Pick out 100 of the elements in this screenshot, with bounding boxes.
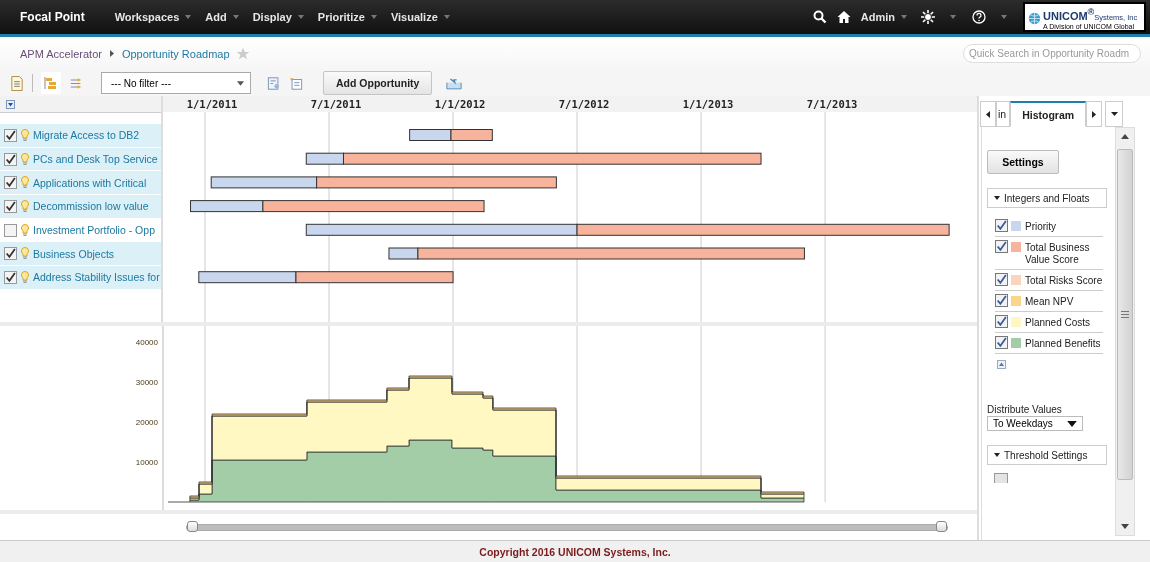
scrollbar-thumb[interactable] xyxy=(1117,149,1133,480)
timeline-bar[interactable] xyxy=(305,152,344,165)
search-icon[interactable] xyxy=(812,10,827,24)
chevron-icon xyxy=(109,50,114,57)
menu-item[interactable]: Prioritize xyxy=(317,9,377,25)
user-menu[interactable]: Admin xyxy=(860,9,907,25)
date-label: 7/1/2011 xyxy=(310,98,362,110)
timeline-bar[interactable] xyxy=(190,200,264,213)
opportunity-link[interactable]: Investment Portfolio - Opp xyxy=(33,224,155,237)
caret-icon xyxy=(994,196,1000,200)
axis-label: 10000 xyxy=(135,458,158,467)
copyright-text: Copyright 2016 UNICOM Systems, Inc. xyxy=(479,545,671,558)
filter-dropdown[interactable]: --- No filter --- xyxy=(101,72,251,94)
add-opportunity-button[interactable]: Add Opportunity xyxy=(323,71,433,95)
checkbox[interactable] xyxy=(995,336,1008,349)
lightbulb-icon xyxy=(21,152,29,166)
checkbox[interactable] xyxy=(4,176,17,190)
globe-icon xyxy=(1028,11,1041,25)
document-icon[interactable] xyxy=(10,75,24,91)
right-arrow-icon xyxy=(1092,110,1097,118)
checkbox[interactable] xyxy=(995,219,1008,232)
scroll-right-button[interactable] xyxy=(1086,101,1103,127)
home-icon[interactable] xyxy=(836,10,851,24)
checkbox[interactable] xyxy=(994,473,1008,483)
checkbox[interactable] xyxy=(4,270,17,284)
menu-item[interactable]: Workspaces xyxy=(114,9,192,25)
timeline-bar[interactable] xyxy=(576,223,950,236)
checkbox[interactable] xyxy=(995,315,1008,328)
menu-item[interactable]: Visualize xyxy=(390,9,450,25)
lightbulb-icon xyxy=(21,270,29,284)
list-icon[interactable] xyxy=(289,75,303,91)
range-slider[interactable] xyxy=(187,524,947,530)
up-arrow-icon[interactable] xyxy=(1121,134,1129,139)
left-arrow-icon xyxy=(986,110,990,118)
checkbox[interactable] xyxy=(4,223,17,237)
legend-label: Priority xyxy=(1025,220,1057,233)
settings-button[interactable]: Settings xyxy=(987,150,1059,174)
collapse-icon[interactable] xyxy=(6,99,15,109)
legend-label: Planned Benefits xyxy=(1025,337,1101,350)
lightbulb-icon xyxy=(21,199,29,213)
distribute-dropdown[interactable]: To Weekdays xyxy=(987,416,1083,431)
timeline-bar[interactable] xyxy=(262,200,485,213)
legend-label: Mean NPV xyxy=(1025,295,1074,308)
down-arrow-icon[interactable] xyxy=(1121,524,1129,529)
field-label: Distribute Values xyxy=(987,404,1063,415)
slider-handle[interactable] xyxy=(936,520,947,532)
slider-handle[interactable] xyxy=(187,520,198,532)
tab[interactable]: in xyxy=(996,101,1011,127)
lightbulb-icon xyxy=(21,128,29,142)
timeline-bar[interactable] xyxy=(198,271,297,284)
timeline-bar[interactable] xyxy=(409,129,452,141)
date-label: 7/1/2012 xyxy=(558,98,610,110)
star-icon[interactable] xyxy=(235,46,250,61)
checkbox[interactable] xyxy=(995,273,1008,286)
caret-icon xyxy=(901,15,907,19)
checkbox[interactable] xyxy=(4,247,17,261)
help-icon[interactable] xyxy=(972,10,986,24)
section-header[interactable]: Integers and Floats xyxy=(987,188,1107,208)
checkbox[interactable] xyxy=(4,152,17,166)
checkbox[interactable] xyxy=(995,240,1008,253)
breadcrumb-link[interactable]: Opportunity Roadmap xyxy=(121,47,230,60)
timeline-bar[interactable] xyxy=(388,247,419,260)
checkbox[interactable] xyxy=(4,128,17,142)
menu-item[interactable]: Add xyxy=(205,9,239,25)
app-title[interactable]: Focal Point xyxy=(20,10,85,24)
legend-label: Total Risks Score xyxy=(1025,274,1103,287)
scrollbar[interactable] xyxy=(1115,127,1135,536)
checkbox[interactable] xyxy=(995,294,1008,307)
search-field[interactable]: Quick Search in Opportunity Roadm xyxy=(963,44,1141,63)
timeline-bar[interactable] xyxy=(295,271,454,284)
menu-item[interactable]: Display xyxy=(252,9,304,25)
caret-icon xyxy=(370,15,377,19)
caret-icon[interactable] xyxy=(1001,15,1007,19)
axis-label: 20000 xyxy=(135,418,158,427)
caret-icon xyxy=(1110,112,1118,116)
date-label: 1/1/2011 xyxy=(186,98,238,110)
timeline-bar[interactable] xyxy=(305,223,578,236)
axis-label: 30000 xyxy=(135,378,158,387)
caret-icon xyxy=(443,15,450,19)
breadcrumb-link[interactable]: APM Accelerator xyxy=(20,47,102,60)
legend-label: Planned Costs xyxy=(1025,316,1091,329)
scroll-left-button[interactable] xyxy=(980,101,996,127)
timeline-bar[interactable] xyxy=(450,129,493,141)
date-label: 1/1/2012 xyxy=(434,98,486,110)
caret-icon xyxy=(232,15,239,19)
tab-menu-button[interactable] xyxy=(1105,101,1124,127)
legend-label: Total Business Value Score xyxy=(1025,241,1091,266)
section-header[interactable]: Threshold Settings xyxy=(987,445,1107,465)
date-label: 7/1/2013 xyxy=(806,98,858,110)
caret-icon xyxy=(1067,420,1077,427)
tab[interactable]: Histogram xyxy=(1010,101,1087,127)
caret-icon xyxy=(185,15,192,19)
checkbox[interactable] xyxy=(4,199,17,213)
caret-icon[interactable] xyxy=(950,15,956,19)
caret-icon xyxy=(994,453,1000,457)
date-label: 1/1/2013 xyxy=(682,98,734,110)
collapse-icon[interactable] xyxy=(997,360,1006,369)
sun-icon[interactable] xyxy=(921,10,935,24)
grip-icon xyxy=(1121,311,1129,318)
axis-label: 40000 xyxy=(135,338,158,347)
